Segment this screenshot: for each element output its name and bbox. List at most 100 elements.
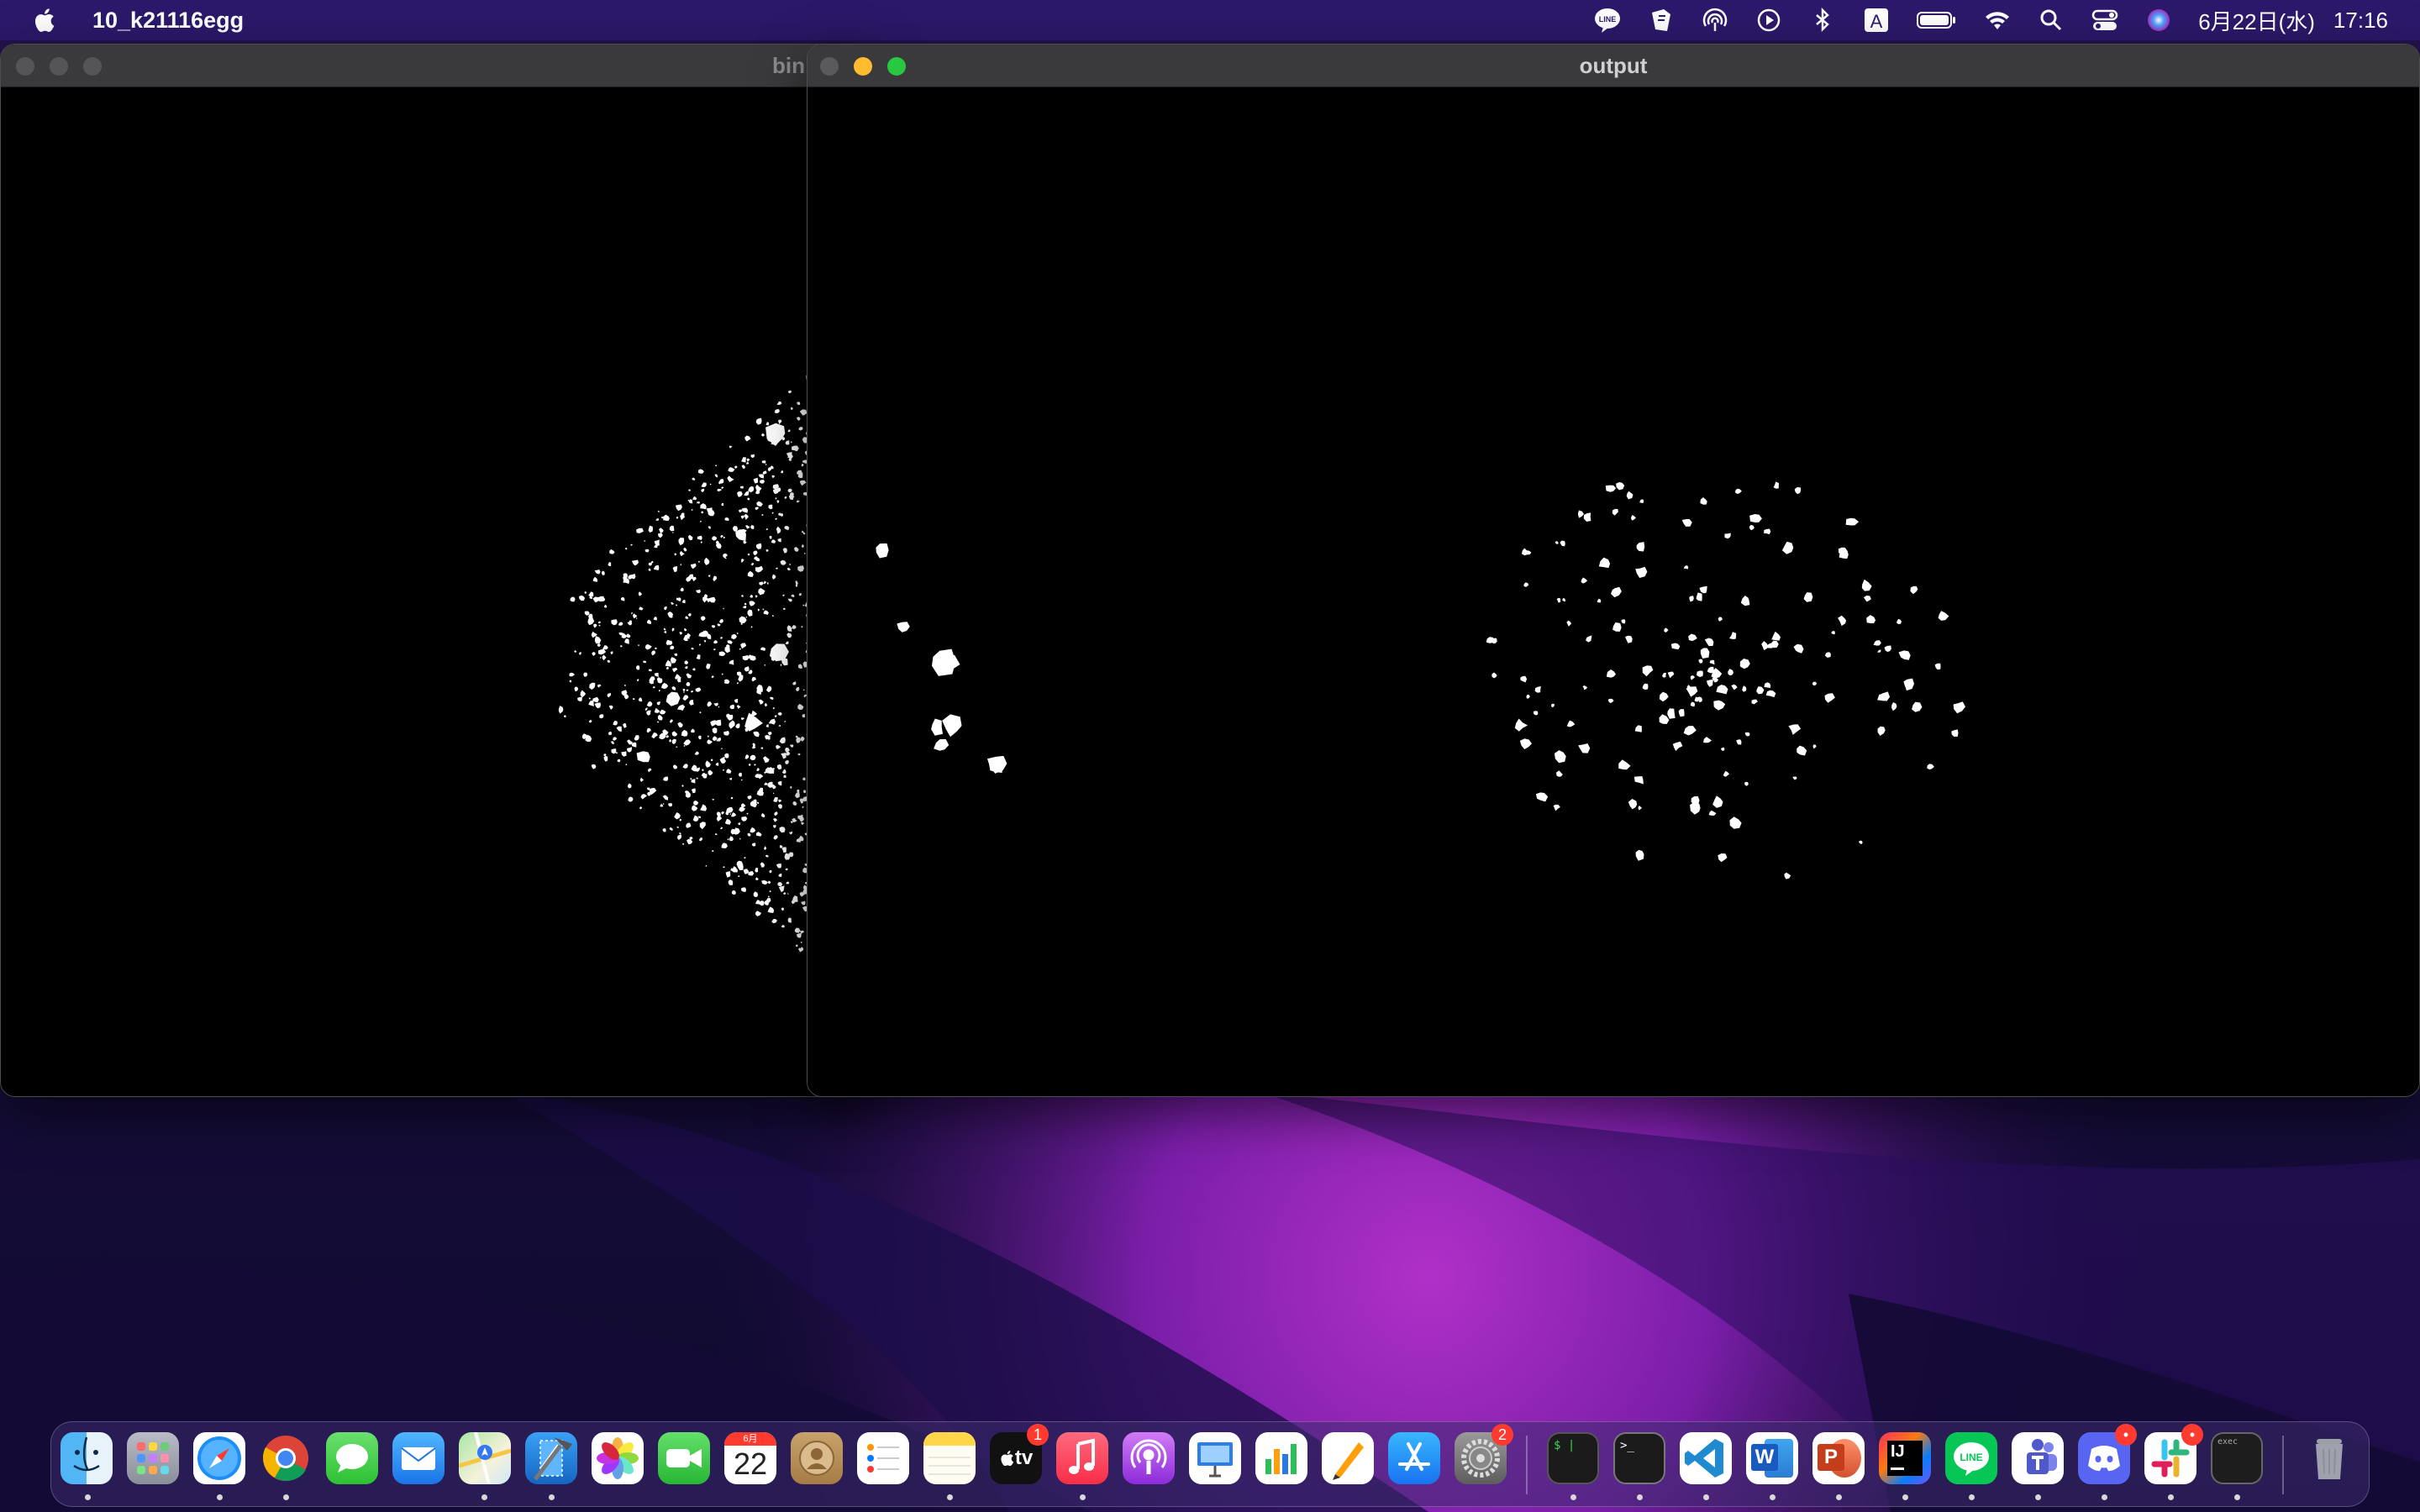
particle [757,608,760,612]
particle [669,719,673,723]
calendar-icon[interactable]: 6月 22 [724,1432,776,1484]
battery-icon[interactable] [1916,6,1958,34]
particle [640,794,647,800]
particle [1858,840,1863,844]
particle [772,818,778,822]
particle [1612,508,1618,516]
particle [692,496,697,501]
particle [755,877,759,880]
particle [801,464,804,467]
particle [1581,577,1588,584]
particle [801,900,806,906]
powerpoint-icon[interactable]: P [1812,1432,1865,1484]
siri-icon[interactable] [2144,6,2173,34]
menubar-date[interactable]: 6月22日(水) [2198,5,2315,36]
particle [802,604,805,606]
system-preferences-icon[interactable]: 2 [1455,1424,1513,1484]
particle [1734,488,1742,494]
particle [787,917,792,923]
particle [739,806,745,812]
exec-label: exec [2217,1437,2238,1446]
particle [631,742,637,748]
apple-tv-icon[interactable]: tv 1 [990,1424,1049,1484]
photos-icon[interactable] [592,1432,644,1484]
chrome-icon[interactable] [260,1432,312,1484]
app-store-icon[interactable] [1388,1432,1440,1484]
pages-icon[interactable] [1322,1432,1374,1484]
particle [755,507,760,511]
music-icon[interactable] [1056,1432,1108,1484]
particle [598,624,601,627]
exec-terminal-icon[interactable]: exec [2211,1432,2263,1484]
reminders-icon[interactable] [857,1432,909,1484]
intellij-icon[interactable]: IJ [1879,1432,1931,1484]
spotlight-icon[interactable] [2037,6,2065,34]
terminal-dollar-icon[interactable]: $ | [1547,1432,1599,1484]
particle [721,811,724,815]
particle [1659,714,1670,724]
word-icon[interactable]: W [1746,1432,1798,1484]
podcasts-icon[interactable] [1123,1432,1175,1484]
bin-window[interactable]: bin [0,44,876,1097]
line-icon[interactable]: LINE [1593,6,1622,34]
line-app-icon[interactable]: LINE [1945,1432,1997,1484]
particle [699,822,706,830]
particle [786,881,790,885]
bin-window-titlebar[interactable]: bin [1,45,875,87]
particle [676,834,681,840]
particle [764,702,768,707]
minimize-button[interactable] [50,57,68,76]
particle [613,737,618,741]
particle [677,722,683,728]
play-icon[interactable] [1754,6,1783,34]
close-button[interactable] [16,57,34,76]
bluetooth-icon[interactable] [1808,6,1837,34]
teams-icon[interactable] [2012,1432,2064,1484]
notes-icon[interactable] [923,1432,976,1484]
control-center-icon[interactable] [2091,6,2119,34]
contacts-icon[interactable] [791,1432,843,1484]
terminal-icon[interactable]: >_ [1613,1432,1665,1484]
particle [709,483,712,486]
facetime-icon[interactable] [658,1432,710,1484]
particle [756,501,763,507]
active-app-name[interactable]: 10_k21116egg [92,8,244,34]
keynote-icon[interactable] [1189,1432,1241,1484]
particle [747,795,752,800]
particle [781,925,785,928]
apple-menu-icon[interactable] [32,7,55,34]
particle [679,632,683,635]
particle [659,709,666,715]
particle [630,543,633,546]
input-source-icon[interactable]: A [1862,6,1891,34]
slack-icon[interactable]: • [2144,1424,2203,1484]
menubar-time[interactable]: 17:16 [2333,8,2388,34]
particle [752,745,756,749]
output-window-titlebar[interactable]: output [808,45,2419,87]
mail-icon[interactable] [392,1432,445,1484]
particle [777,804,782,809]
output-window[interactable]: output [807,44,2420,1097]
particle [768,718,776,725]
script-icon[interactable] [1647,6,1676,34]
trash-icon[interactable] [2303,1432,2355,1484]
particle [688,613,692,617]
particle [728,879,734,885]
particle [801,822,804,825]
zoom-button[interactable] [83,57,102,76]
xcode-icon[interactable] [525,1432,577,1484]
numbers-icon[interactable] [1255,1432,1307,1484]
particle [793,546,799,552]
vscode-icon[interactable] [1680,1432,1732,1484]
finder-icon[interactable] [60,1432,113,1484]
messages-icon[interactable] [326,1432,378,1484]
maps-icon[interactable] [459,1432,511,1484]
wifi-icon[interactable] [1983,6,2012,34]
airdrop-icon[interactable] [1701,6,1729,34]
particle [760,862,765,868]
particle [593,623,597,628]
launchpad-icon[interactable] [127,1432,179,1484]
particle [792,801,797,806]
discord-icon[interactable]: • [2078,1424,2137,1484]
safari-icon[interactable] [193,1432,245,1484]
